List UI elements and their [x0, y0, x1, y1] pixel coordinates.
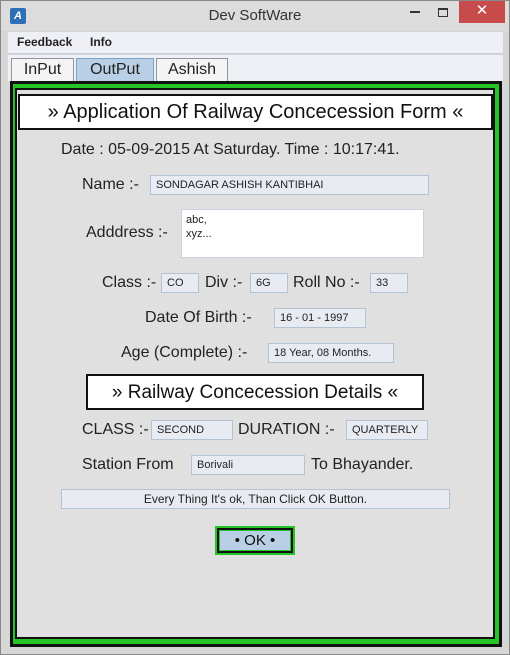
- menu-info[interactable]: Info: [90, 35, 112, 49]
- details-class-field[interactable]: SECOND: [151, 420, 233, 440]
- station-to-label: To Bhayander.: [311, 456, 414, 473]
- maximize-button[interactable]: [429, 1, 457, 23]
- close-icon: ✕: [475, 2, 489, 19]
- class-field[interactable]: CO: [161, 273, 199, 293]
- status-message: Every Thing It's ok, Than Click OK Butto…: [61, 489, 450, 509]
- roll-label: Roll No :-: [293, 274, 360, 291]
- roll-field[interactable]: 33: [370, 273, 408, 293]
- duration-field[interactable]: QUARTERLY: [346, 420, 428, 440]
- details-class-label: CLASS :-: [82, 421, 149, 438]
- address-label: Adddress :-: [86, 224, 168, 241]
- div-field[interactable]: 6G: [250, 273, 288, 293]
- menu-bar: Feedback Info: [8, 32, 503, 54]
- output-panel: [15, 88, 495, 639]
- title-bar: A Dev SoftWare ✕: [1, 1, 509, 31]
- close-button[interactable]: ✕: [459, 1, 505, 23]
- dob-label: Date Of Birth :-: [145, 309, 252, 326]
- name-label: Name :-: [82, 176, 139, 193]
- tab-output[interactable]: OutPut: [76, 58, 154, 81]
- div-label: Div :-: [205, 274, 243, 291]
- duration-label: DURATION :-: [238, 421, 335, 438]
- name-field[interactable]: SONDAGAR ASHISH KANTIBHAI: [150, 175, 429, 195]
- tab-bar: InPut OutPut Ashish: [8, 55, 503, 81]
- minimize-icon: [410, 11, 420, 14]
- tab-ashish[interactable]: Ashish: [156, 58, 228, 81]
- form-heading: » Application Of Railway Concecession Fo…: [18, 94, 493, 130]
- datetime-label: Date : 05-09-2015 At Saturday. Time : 10…: [61, 141, 400, 158]
- minimize-button[interactable]: [401, 1, 429, 23]
- app-window: A Dev SoftWare ✕ Feedback Info InPut Out…: [0, 0, 510, 655]
- station-from-field[interactable]: Borivali: [191, 455, 305, 475]
- address-line: abc,: [186, 214, 207, 226]
- address-textarea[interactable]: abc, xyz...: [181, 209, 424, 258]
- tab-input[interactable]: InPut: [11, 58, 74, 81]
- station-from-label: Station From: [82, 456, 174, 473]
- dob-field[interactable]: 16 - 01 - 1997: [274, 308, 366, 328]
- class-label: Class :-: [102, 274, 157, 291]
- ok-button[interactable]: • OK •: [215, 526, 295, 555]
- details-heading: » Railway Concecession Details «: [86, 374, 424, 410]
- maximize-icon: [438, 7, 448, 17]
- menu-feedback[interactable]: Feedback: [17, 35, 72, 49]
- age-field[interactable]: 18 Year, 08 Months.: [268, 343, 394, 363]
- ok-button-label: • OK •: [219, 530, 291, 551]
- address-line: xyz...: [186, 228, 212, 240]
- age-label: Age (Complete) :-: [121, 344, 248, 361]
